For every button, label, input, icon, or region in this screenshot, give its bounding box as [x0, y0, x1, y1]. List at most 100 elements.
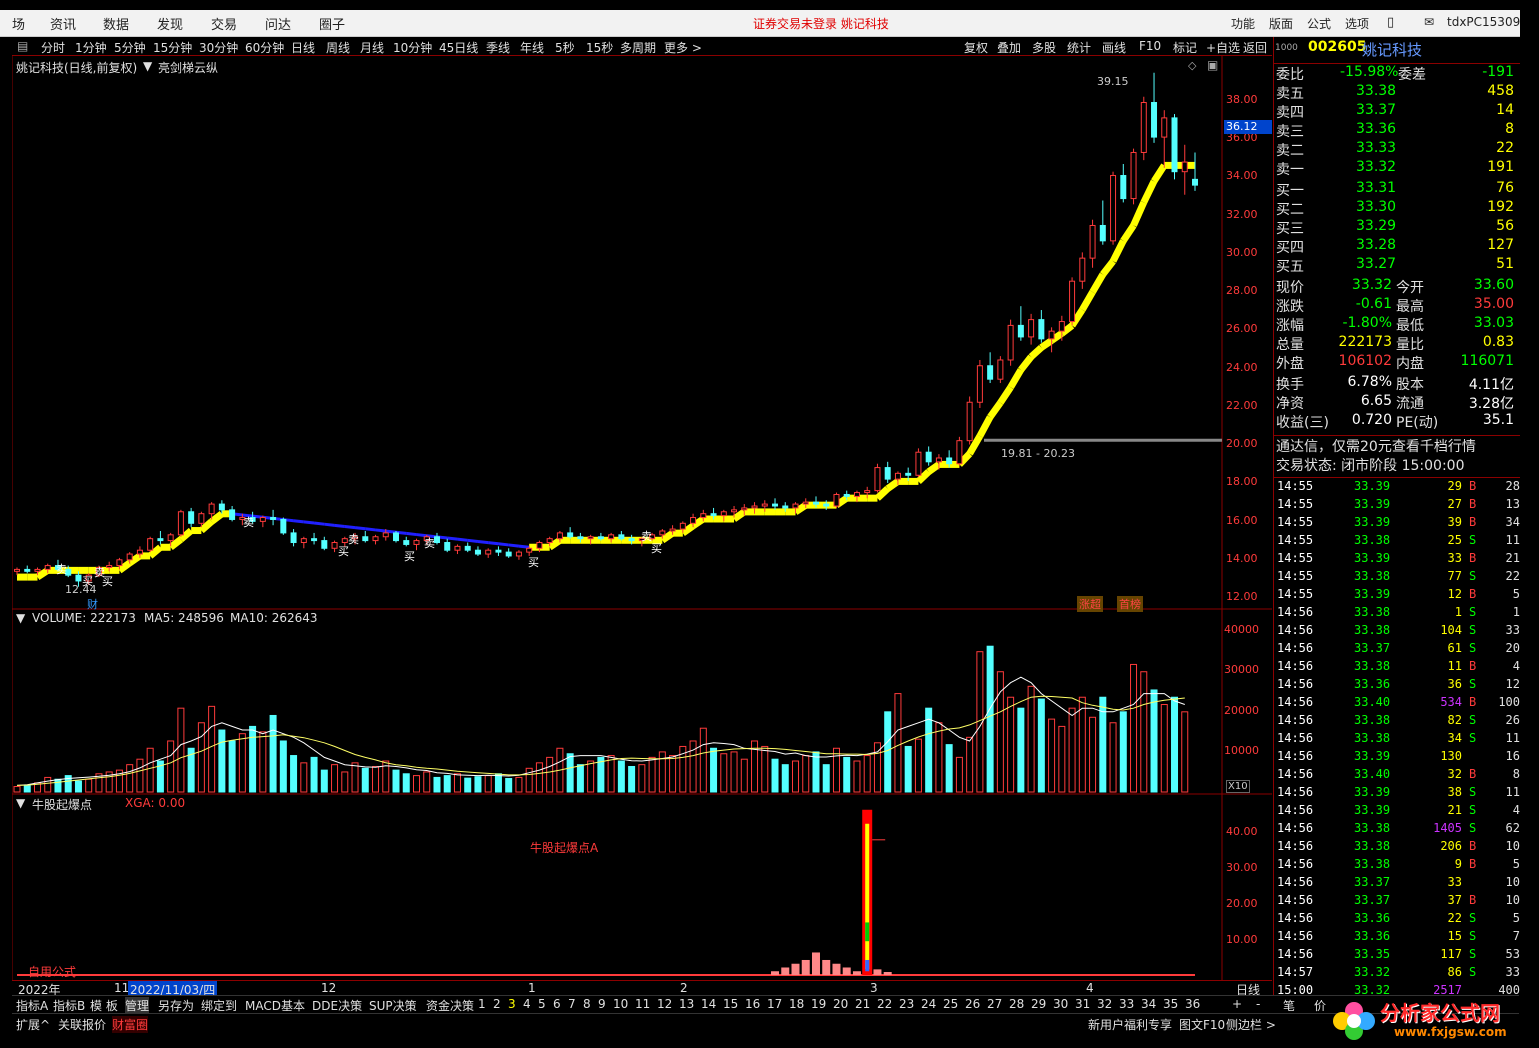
- tab-number-27[interactable]: 27: [987, 997, 1002, 1011]
- tab-number-23[interactable]: 23: [899, 997, 914, 1011]
- tab-number-32[interactable]: 32: [1097, 997, 1112, 1011]
- period-fenshi[interactable]: 分时: [41, 39, 65, 56]
- right-tab-jia[interactable]: 价: [1314, 997, 1326, 1014]
- menu-item-zixun[interactable]: 资讯: [50, 14, 76, 33]
- tab-number-15[interactable]: 15: [723, 997, 738, 1011]
- tab-number-16[interactable]: 16: [745, 997, 760, 1011]
- tab-template[interactable]: 模 板: [90, 997, 118, 1014]
- tool-tongji[interactable]: 统计: [1067, 39, 1091, 56]
- window-icon[interactable]: ▣: [1207, 58, 1218, 72]
- period-5sec[interactable]: 5秒: [555, 39, 575, 56]
- indicator-name[interactable]: 亮剑梯云纵: [158, 59, 218, 76]
- phone-icon[interactable]: ▯: [1387, 15, 1394, 30]
- status-f10[interactable]: 图文F10: [1179, 1016, 1225, 1033]
- period-10min[interactable]: 10分钟: [393, 39, 432, 56]
- tool-diejia[interactable]: 叠加: [997, 39, 1021, 56]
- tab-number-34[interactable]: 34: [1141, 997, 1156, 1011]
- period-15min[interactable]: 15分钟: [153, 39, 192, 56]
- tab-bind-to[interactable]: 绑定到: [201, 997, 237, 1014]
- period-45day[interactable]: 45日线: [439, 39, 478, 56]
- tab-dde[interactable]: DDE决策: [312, 997, 362, 1014]
- tab-number-22[interactable]: 22: [877, 997, 892, 1011]
- tab-save-as[interactable]: 另存为: [158, 997, 194, 1014]
- tab-number-1[interactable]: 1: [478, 997, 486, 1011]
- menu-item-wenda[interactable]: 问达: [265, 14, 291, 33]
- tab-minus-button[interactable]: -: [1256, 997, 1260, 1011]
- chevron-down-icon[interactable]: ▼: [16, 611, 25, 625]
- period-daily[interactable]: 日线: [291, 39, 315, 56]
- message-icon[interactable]: ✉: [1424, 15, 1434, 29]
- tab-number-9[interactable]: 9: [598, 997, 606, 1011]
- sub-indicator-name[interactable]: 牛股起爆点: [32, 796, 92, 813]
- menu-item-shuju[interactable]: 数据: [103, 14, 129, 33]
- user-id[interactable]: tdxPC15309: [1447, 15, 1520, 29]
- menu-item-faxian[interactable]: 发现: [157, 14, 183, 33]
- tab-sup[interactable]: SUP决策: [369, 997, 417, 1014]
- tab-number-14[interactable]: 14: [701, 997, 716, 1011]
- tab-number-36[interactable]: 36: [1185, 997, 1200, 1011]
- tab-number-24[interactable]: 24: [921, 997, 936, 1011]
- period-monthly[interactable]: 月线: [360, 39, 384, 56]
- tab-number-8[interactable]: 8: [583, 997, 591, 1011]
- period-1min[interactable]: 1分钟: [75, 39, 107, 56]
- period-60min[interactable]: 60分钟: [245, 39, 284, 56]
- menu-item-quanzi[interactable]: 圈子: [319, 14, 345, 33]
- layout-icon[interactable]: ▤: [17, 39, 28, 53]
- date-axis-bar[interactable]: 2022年 11 2022/11/03/四 12 1 2 3 4 日线: [12, 980, 1272, 998]
- tab-number-12[interactable]: 12: [657, 997, 672, 1011]
- tick-list[interactable]: 14:55 33.39 29 B 28 14:55 33.39 27 B 13 14:55 33.39…: [1274, 477, 1520, 996]
- chevron-down-icon[interactable]: ▼: [143, 59, 152, 73]
- tab-number-29[interactable]: 29: [1031, 997, 1046, 1011]
- tool-duogu[interactable]: 多股: [1032, 39, 1056, 56]
- tab-number-13[interactable]: 13: [679, 997, 694, 1011]
- menu-xuanxiang[interactable]: 选项: [1345, 15, 1369, 32]
- status-related-quote[interactable]: 关联报价: [58, 1016, 106, 1033]
- tab-number-17[interactable]: 17: [767, 997, 782, 1011]
- menu-item-jiaoyi[interactable]: 交易: [211, 14, 237, 33]
- tab-number-3[interactable]: 3: [508, 997, 516, 1011]
- tab-number-31[interactable]: 31: [1075, 997, 1090, 1011]
- period-quarterly[interactable]: 季线: [486, 39, 510, 56]
- chevron-down-icon[interactable]: ▼: [16, 796, 25, 810]
- menu-gongneng[interactable]: 功能: [1231, 15, 1255, 32]
- period-more[interactable]: 更多 >: [664, 39, 702, 56]
- tab-manage[interactable]: 管理: [125, 997, 150, 1014]
- right-tab-bi[interactable]: 笔: [1283, 997, 1295, 1014]
- tag-shoubang[interactable]: 首榜: [1117, 596, 1143, 612]
- tab-plus-button[interactable]: +: [1232, 997, 1242, 1011]
- tool-f10[interactable]: F10: [1139, 39, 1161, 53]
- tab-indicator-b[interactable]: 指标B: [53, 997, 85, 1014]
- tab-number-26[interactable]: 26: [965, 997, 980, 1011]
- period-5min[interactable]: 5分钟: [114, 39, 146, 56]
- tab-number-28[interactable]: 28: [1009, 997, 1024, 1011]
- chart-area[interactable]: 姚记科技(日线,前复权) ▼ 亮剑梯云纵 ◇ ▣ 38.00 36.00 34.…: [11, 56, 1272, 980]
- tab-number-2[interactable]: 2: [493, 997, 501, 1011]
- tab-number-30[interactable]: 30: [1053, 997, 1068, 1011]
- menu-item-0[interactable]: 场: [12, 14, 25, 33]
- promo-text[interactable]: 通达信，仅需20元查看千档行情: [1276, 436, 1476, 456]
- status-sidebar[interactable]: 侧边栏 >: [1226, 1016, 1276, 1033]
- tab-number-5[interactable]: 5: [538, 997, 546, 1011]
- period-multi[interactable]: 多周期: [620, 39, 656, 56]
- tab-number-7[interactable]: 7: [568, 997, 576, 1011]
- tool-back[interactable]: 返回: [1243, 39, 1267, 56]
- diamond-icon[interactable]: ◇: [1188, 59, 1196, 72]
- status-wealth-circle[interactable]: 财富圈: [112, 1016, 149, 1033]
- tab-number-10[interactable]: 10: [613, 997, 628, 1011]
- tab-number-19[interactable]: 19: [811, 997, 826, 1011]
- tab-number-20[interactable]: 20: [833, 997, 848, 1011]
- tag-zhangchao[interactable]: 涨超: [1077, 596, 1103, 612]
- tab-number-33[interactable]: 33: [1119, 997, 1134, 1011]
- tab-number-18[interactable]: 18: [789, 997, 804, 1011]
- tab-number-11[interactable]: 11: [635, 997, 650, 1011]
- period-yearly[interactable]: 年线: [520, 39, 544, 56]
- menu-gongshi[interactable]: 公式: [1307, 15, 1331, 32]
- tab-indicator-a[interactable]: 指标A: [16, 997, 48, 1014]
- tab-number-4[interactable]: 4: [523, 997, 531, 1011]
- status-expand[interactable]: 扩展^: [16, 1016, 50, 1033]
- tab-macd[interactable]: MACD基本: [245, 997, 305, 1014]
- chart-svg[interactable]: [11, 56, 1272, 980]
- tool-huaxian[interactable]: 画线: [1102, 39, 1126, 56]
- period-weekly[interactable]: 周线: [326, 39, 350, 56]
- promo-row[interactable]: 通达信，仅需20元查看千档行情: [1274, 435, 1520, 455]
